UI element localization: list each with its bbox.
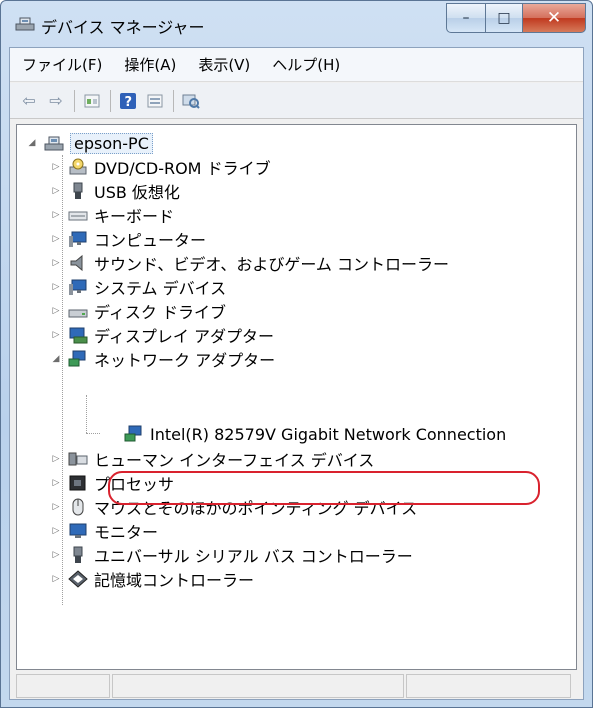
expand-icon[interactable]: ▷ (50, 234, 62, 244)
tree-node-display[interactable]: ▷ ディスプレイ アダプター (50, 323, 274, 347)
tree-connector (86, 433, 100, 434)
menu-file[interactable]: ファイル(F) (22, 54, 102, 75)
expand-icon[interactable]: ▷ (50, 210, 62, 220)
menu-action[interactable]: 操作(A) (124, 54, 176, 75)
computer-icon (44, 134, 64, 152)
tree-node-dvd[interactable]: ▷ DVD/CD-ROM ドライブ (50, 155, 271, 179)
tree-node-computer[interactable]: ▷ コンピューター (50, 227, 206, 251)
device-manager-window: デバイス マネージャー – □ ✕ ファイル(F) 操作(A) 表示(V) ヘル… (0, 0, 593, 708)
back-arrow-icon[interactable]: ⇦ (18, 90, 40, 112)
toolbar-separator (110, 89, 111, 112)
toolbar: ⇦ ⇨ ? (10, 83, 583, 119)
tree-item-label: ディスク ドライブ (94, 303, 226, 322)
monitor-icon (68, 230, 88, 248)
toolbar-separator (173, 89, 174, 112)
tree-node-system[interactable]: ▷ システム デバイス (50, 275, 227, 299)
status-bar (16, 674, 577, 698)
hid-icon (68, 450, 88, 468)
minimize-button[interactable]: – (446, 3, 486, 33)
status-pane (112, 674, 404, 698)
expand-icon[interactable]: ▷ (50, 574, 62, 584)
collapse-icon[interactable]: ◢ (50, 354, 62, 364)
tree-item-label: システム デバイス (94, 279, 227, 298)
expand-icon[interactable]: ▷ (50, 330, 62, 340)
close-button[interactable]: ✕ (523, 3, 586, 33)
network-adapter-label: Intel(R) 82579V Gigabit Network Connecti… (150, 424, 507, 444)
network-adapter-icon (124, 425, 144, 443)
tree-item-label: DVD/CD-ROM ドライブ (94, 159, 271, 178)
usb-plug-icon (68, 182, 88, 200)
tree-item-label: 記憶域コントローラー (94, 571, 255, 590)
tree-item-label: ネットワーク アダプター (94, 351, 276, 370)
expand-icon[interactable]: ▷ (50, 502, 62, 512)
maximize-icon: □ (497, 10, 511, 26)
dvd-drive-icon (68, 158, 88, 176)
tree-node-disk[interactable]: ▷ ディスク ドライブ (50, 299, 226, 323)
collapse-icon[interactable]: ◢ (26, 138, 38, 148)
device-manager-icon (15, 16, 35, 32)
disk-drive-icon (68, 302, 88, 320)
processor-icon (68, 474, 88, 492)
expand-icon[interactable]: ▷ (50, 258, 62, 268)
system-device-icon (68, 278, 88, 296)
forward-arrow-icon[interactable]: ⇨ (45, 90, 67, 112)
tree-node-keyboard[interactable]: ▷ キーボード (50, 203, 174, 227)
expand-icon[interactable]: ▷ (50, 186, 62, 196)
view-icon[interactable] (144, 90, 166, 112)
speaker-icon (68, 254, 88, 272)
tree-item-label: ディスプレイ アダプター (94, 327, 274, 346)
scan-hardware-icon[interactable] (180, 90, 202, 112)
tree-item-label: USB 仮想化 (94, 183, 180, 202)
client-area: ファイル(F) 操作(A) 表示(V) ヘルプ(H) ⇦ ⇨ ? ◢ epson… (9, 47, 584, 700)
expand-icon[interactable]: ▷ (50, 282, 62, 292)
keyboard-icon (68, 206, 88, 224)
menu-bar: ファイル(F) 操作(A) 表示(V) ヘルプ(H) (10, 48, 583, 82)
tree-node-network-intel[interactable]: Intel(R) 82579V Gigabit Network Connecti… (124, 422, 506, 446)
expand-icon[interactable]: ▷ (50, 162, 62, 172)
tree-node-monitor[interactable]: ▷ モニター (50, 519, 158, 543)
expand-icon[interactable]: ▷ (50, 526, 62, 536)
expand-icon[interactable]: ▷ (50, 454, 62, 464)
tree-node-usb-controller[interactable]: ▷ ユニバーサル シリアル バス コントローラー (50, 543, 413, 567)
toolbar-separator (74, 89, 75, 112)
tree-connector (86, 395, 87, 433)
tree-item-label: ユニバーサル シリアル バス コントローラー (94, 547, 413, 566)
tree-item-label: モニター (94, 523, 159, 542)
menu-help[interactable]: ヘルプ(H) (272, 54, 340, 75)
title-bar[interactable]: デバイス マネージャー – □ ✕ (1, 1, 592, 47)
tree-item-label: キーボード (94, 207, 175, 226)
tree-node-sound[interactable]: ▷ サウンド、ビデオ、およびゲーム コントローラー (50, 251, 449, 275)
network-adapter-icon (68, 350, 88, 368)
minimize-icon: – (462, 10, 470, 26)
expand-icon[interactable]: ▷ (50, 550, 62, 560)
monitor-icon (68, 522, 88, 540)
close-icon: ✕ (546, 8, 562, 28)
svg-text:?: ? (125, 95, 133, 109)
help-icon[interactable]: ? (117, 90, 139, 112)
device-tree[interactable]: ◢ epson-PC ▷ DVD/CD-ROM ドライブ ▷ USB 仮想化 ▷… (16, 124, 577, 670)
usb-plug-icon (68, 546, 88, 564)
storage-controller-icon (68, 570, 88, 588)
tree-node-root[interactable]: ◢ epson-PC (26, 131, 153, 155)
properties-icon[interactable] (81, 90, 103, 112)
window-title: デバイス マネージャー (41, 18, 205, 37)
tree-node-usb-virtual[interactable]: ▷ USB 仮想化 (50, 179, 180, 203)
tree-node-network[interactable]: ◢ ネットワーク アダプター (50, 347, 275, 371)
status-pane (16, 674, 110, 698)
highlight-circle (108, 471, 540, 505)
expand-icon[interactable]: ▷ (50, 478, 62, 488)
expand-icon[interactable]: ▷ (50, 306, 62, 316)
status-pane (406, 674, 571, 698)
maximize-button[interactable]: □ (486, 3, 523, 33)
tree-item-label: コンピューター (94, 231, 207, 250)
tree-node-hid[interactable]: ▷ ヒューマン インターフェイス デバイス (50, 447, 375, 471)
caption-buttons: – □ ✕ (446, 3, 586, 33)
tree-item-label: サウンド、ビデオ、およびゲーム コントローラー (94, 255, 450, 274)
display-adapter-icon (68, 326, 88, 344)
tree-node-storage[interactable]: ▷ 記憶域コントローラー (50, 567, 254, 591)
menu-view[interactable]: 表示(V) (198, 54, 250, 75)
tree-root-label: epson-PC (70, 132, 153, 154)
tree-item-label: ヒューマン インターフェイス デバイス (94, 451, 375, 470)
mouse-icon (68, 498, 88, 516)
